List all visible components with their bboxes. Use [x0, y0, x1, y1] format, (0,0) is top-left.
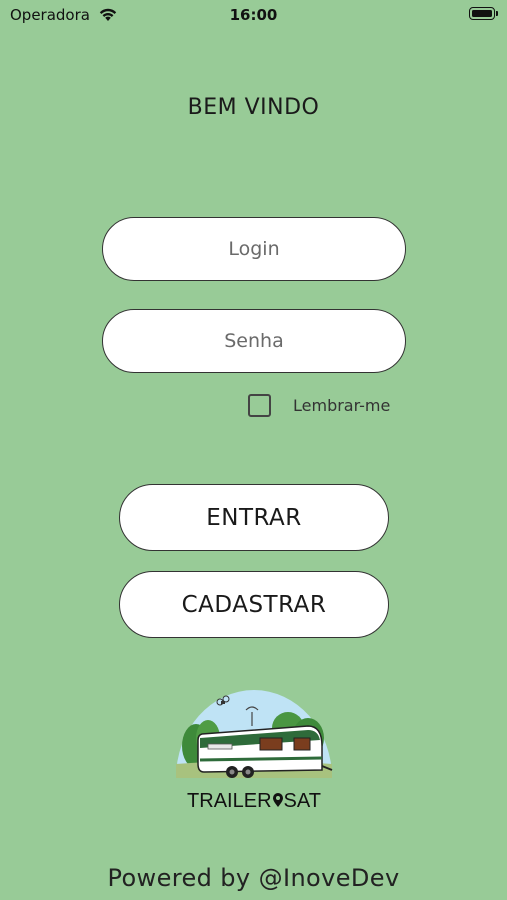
clock: 16:00	[229, 6, 278, 24]
trailersat-logo: TRAILER SAT	[168, 688, 340, 818]
login-input[interactable]	[102, 217, 406, 281]
status-bar: Operadora 16:00	[0, 0, 507, 30]
register-button[interactable]: CADASTRAR	[119, 571, 389, 638]
logo-text-trailer: TRAILER	[187, 790, 272, 812]
logo-text-sat: SAT	[283, 790, 321, 812]
logo-wordmark: TRAILER SAT	[168, 790, 340, 813]
trailer-illustration	[176, 690, 333, 778]
remember-me-checkbox[interactable]	[248, 394, 271, 417]
password-input[interactable]	[102, 309, 406, 373]
enter-button[interactable]: ENTRAR	[119, 484, 389, 551]
remember-me-label: Lembrar-me	[293, 396, 391, 415]
powered-by-footer: Powered by @InoveDev	[107, 864, 400, 892]
welcome-title: BEM VINDO	[187, 95, 320, 120]
battery-icon	[469, 7, 498, 20]
location-pin-icon	[272, 793, 283, 807]
